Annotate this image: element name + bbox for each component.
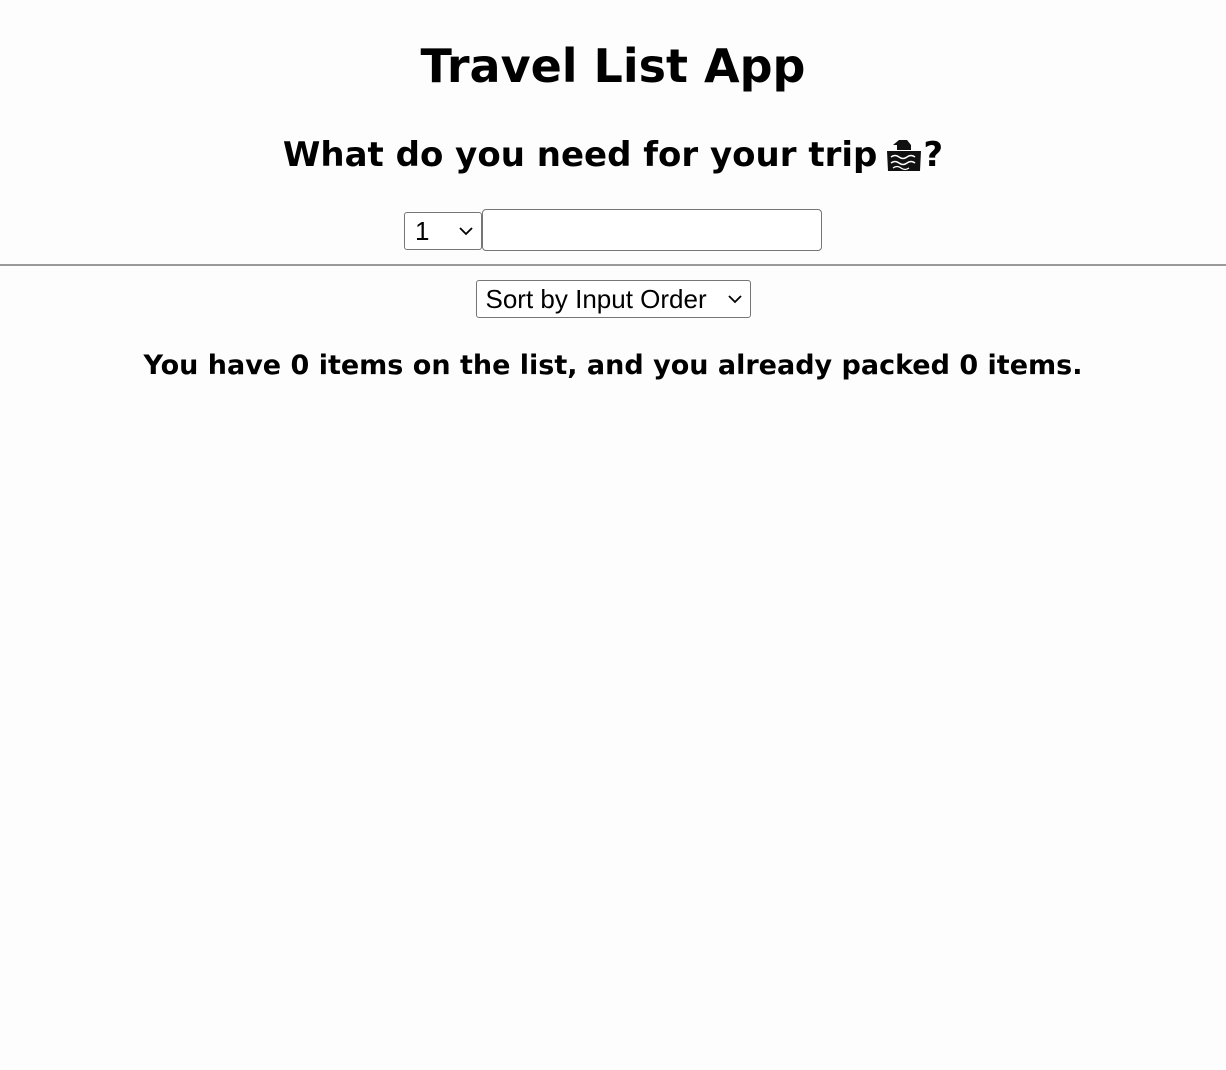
sort-container: Sort by Input Order <box>0 280 1226 318</box>
add-item-form: 1 <box>0 209 1226 251</box>
suitcase-icon <box>885 137 923 173</box>
chevron-down-icon <box>727 294 742 303</box>
sort-value: Sort by Input Order <box>485 283 707 314</box>
form-question-text: What do you need for your trip <box>282 135 878 175</box>
sort-select[interactable]: Sort by Input Order <box>475 280 751 318</box>
form-question-suffix: ? <box>923 135 944 175</box>
form-question: What do you need for your trip ? <box>0 133 1226 177</box>
divider <box>0 264 1226 266</box>
item-input[interactable] <box>482 209 822 251</box>
quantity-select[interactable]: 1 <box>404 212 482 250</box>
quantity-value: 1 <box>415 215 430 246</box>
chevron-down-icon <box>459 226 473 235</box>
app-title: Travel List App <box>420 39 806 93</box>
stats-message: You have 0 items on the list, and you al… <box>143 350 1083 381</box>
